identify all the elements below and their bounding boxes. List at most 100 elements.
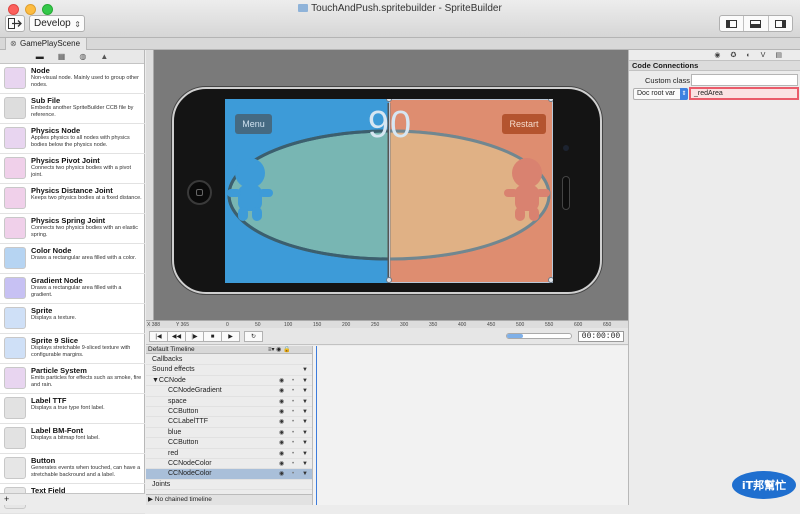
lock-dot-icon[interactable]: • bbox=[292, 407, 294, 417]
timeline-row[interactable]: blue ◉ • ▼ bbox=[146, 428, 312, 439]
timeline-row[interactable]: Joints bbox=[146, 480, 312, 491]
visibility-eye-icon[interactable]: ◉ bbox=[279, 449, 284, 459]
library-item[interactable]: Sprite Displays a texture. bbox=[0, 304, 145, 334]
library-item[interactable]: Label TTF Displays a true type font label… bbox=[0, 394, 145, 424]
warning-icon[interactable]: ▲ bbox=[100, 52, 108, 61]
add-keyframe-arrow-icon[interactable]: ▼ bbox=[302, 407, 308, 417]
grid-icon[interactable]: ▦ bbox=[58, 52, 66, 61]
game-screen[interactable]: Menu Restart 90 bbox=[225, 99, 553, 283]
library-item[interactable]: Label BM-Font Displays a bitmap font labe… bbox=[0, 424, 145, 454]
visibility-eye-icon[interactable]: ◉ bbox=[279, 428, 284, 438]
toggle-bottom-panel-button[interactable] bbox=[744, 16, 769, 31]
selection-handle[interactable] bbox=[548, 99, 553, 102]
chained-timeline-select[interactable]: ▶ No chained timeline bbox=[146, 494, 312, 505]
library-item[interactable]: Sprite 9 Slice Displays stretchable 9-sli… bbox=[0, 334, 145, 364]
selection-handle[interactable] bbox=[386, 277, 392, 283]
lock-dot-icon[interactable]: • bbox=[292, 438, 294, 448]
lock-dot-icon[interactable]: • bbox=[292, 397, 294, 407]
publish-button[interactable] bbox=[5, 15, 25, 32]
add-keyframe-arrow-icon[interactable]: ▼ bbox=[302, 386, 308, 396]
add-keyframe-arrow-icon[interactable]: ▼ bbox=[302, 438, 308, 448]
lock-dot-icon[interactable]: • bbox=[292, 417, 294, 427]
playhead[interactable] bbox=[316, 346, 317, 505]
timeline-row[interactable]: ▼CCNode ◉ • ▼ bbox=[146, 376, 312, 387]
lock-dot-icon[interactable]: • bbox=[292, 376, 294, 386]
stop-button[interactable]: ■ bbox=[203, 331, 222, 342]
visibility-eye-icon[interactable]: ◉ bbox=[279, 459, 284, 469]
code-icon[interactable]: ◐ bbox=[746, 52, 750, 59]
lock-dot-icon[interactable]: • bbox=[292, 386, 294, 396]
library-item[interactable]: Physics Spring Joint Connects two physics… bbox=[0, 214, 145, 244]
lock-dot-icon[interactable]: • bbox=[292, 459, 294, 469]
timeline-row[interactable]: CCNodeGradient ◉ • ▼ bbox=[146, 386, 312, 397]
visibility-eye-icon[interactable]: ◉ bbox=[279, 469, 284, 479]
step-back-button[interactable]: ◀◀ bbox=[167, 331, 186, 342]
timeline-selector[interactable]: Default Timeline ≡▾ ◉ 🔒 bbox=[146, 346, 312, 354]
add-keyframe-arrow-icon[interactable]: ▼ bbox=[302, 459, 308, 469]
visibility-eye-icon[interactable]: ◉ bbox=[279, 386, 284, 396]
add-keyframe-arrow-icon[interactable]: ▼ bbox=[302, 469, 308, 479]
lock-dot-icon[interactable]: • bbox=[292, 469, 294, 479]
library-item[interactable]: Physics Pivot Joint Connects two physics … bbox=[0, 154, 145, 184]
timecode-display[interactable]: 00:00:00 bbox=[578, 331, 624, 342]
library-item[interactable]: Physics Distance Joint Keeps two physics … bbox=[0, 184, 145, 214]
timeline-row[interactable]: Callbacks bbox=[146, 355, 312, 366]
timeline-row[interactable]: Sound effects ▼ bbox=[146, 365, 312, 376]
add-keyframe-arrow-icon[interactable]: ▼ bbox=[302, 376, 308, 386]
timeline-row[interactable]: CCNodeColor ◉ • ▼ bbox=[146, 459, 312, 470]
branch-icon[interactable]: ᐯ bbox=[761, 51, 766, 59]
add-keyframe-arrow-icon[interactable]: ▼ bbox=[302, 365, 308, 375]
lock-dot-icon[interactable]: • bbox=[292, 428, 294, 438]
node-icon bbox=[4, 67, 26, 89]
rewind-start-button[interactable]: |◀ bbox=[149, 331, 168, 342]
close-tab-icon[interactable]: ⊗ bbox=[10, 38, 17, 50]
toggle-left-panel-button[interactable] bbox=[720, 16, 745, 31]
library-item[interactable]: Particle System Emits particles for effec… bbox=[0, 364, 145, 394]
box-icon[interactable]: ◍ bbox=[79, 52, 86, 61]
restart-button[interactable]: Restart bbox=[502, 114, 546, 134]
timeline-row[interactable]: CCNodeColor ◉ • ▼ bbox=[146, 469, 312, 480]
timeline-row[interactable]: CCLabelTTF ◉ • ▼ bbox=[146, 417, 312, 428]
add-keyframe-arrow-icon[interactable]: ▼ bbox=[302, 449, 308, 459]
library-item[interactable]: Gradient Node Draws a rectangular area fi… bbox=[0, 274, 145, 304]
library-item[interactable]: Color Node Draws a rectangular area fille… bbox=[0, 244, 145, 274]
visibility-eye-icon[interactable]: ◉ bbox=[279, 397, 284, 407]
visibility-eye-icon[interactable]: ◉ bbox=[279, 438, 284, 448]
lock-dot-icon[interactable]: • bbox=[292, 449, 294, 459]
add-keyframe-arrow-icon[interactable]: ▼ bbox=[302, 428, 308, 438]
visibility-eye-icon[interactable]: ◉ bbox=[279, 376, 284, 386]
gear-icon[interactable]: ✪ bbox=[730, 51, 736, 59]
timeline-row[interactable]: CCButton ◉ • ▼ bbox=[146, 407, 312, 418]
timeline-row[interactable]: CCButton ◉ • ▼ bbox=[146, 438, 312, 449]
library-item[interactable]: Sub File Embeds another SpriteBuilder CCB… bbox=[0, 94, 145, 124]
selection-handle[interactable] bbox=[548, 277, 553, 283]
add-button[interactable]: + bbox=[4, 494, 9, 504]
library-item[interactable]: Physics Node Applies physics to all nodes… bbox=[0, 124, 145, 154]
add-keyframe-arrow-icon[interactable]: ▼ bbox=[302, 417, 308, 427]
timeline-keyframe-area[interactable] bbox=[312, 346, 628, 505]
canvas-stage[interactable]: X 388 Y 365 0 50 100 150 200 250 300 350 400 450 5… bbox=[146, 50, 628, 328]
doc-root-var-field[interactable]: _redArea bbox=[689, 87, 799, 100]
library-item[interactable]: Button Generates events when touched, can… bbox=[0, 454, 145, 484]
loop-button[interactable]: ↻ bbox=[244, 331, 263, 342]
folder-icon[interactable]: ▬ bbox=[36, 52, 44, 61]
doc-root-var-select[interactable]: Doc root var ⇕ bbox=[633, 88, 688, 100]
toggle-right-panel-button[interactable] bbox=[769, 16, 792, 31]
template-icon[interactable]: ▤ bbox=[775, 51, 782, 59]
target-select[interactable]: Develop ⇕ bbox=[29, 15, 85, 32]
custom-class-field[interactable] bbox=[691, 74, 798, 86]
eye-icon[interactable]: ◉ bbox=[714, 51, 720, 59]
menu-button[interactable]: Menu bbox=[235, 114, 272, 134]
visibility-eye-icon[interactable]: ◉ bbox=[279, 417, 284, 427]
timeline-row[interactable]: red ◉ • ▼ bbox=[146, 449, 312, 459]
add-keyframe-arrow-icon[interactable]: ▼ bbox=[302, 397, 308, 407]
step-forward-button[interactable]: |▶ bbox=[185, 331, 204, 342]
score-label[interactable]: 90 bbox=[362, 104, 418, 147]
library-item-description: Applies physics to all nodes with physic… bbox=[31, 135, 130, 148]
timeline-row[interactable]: space ◉ • ▼ bbox=[146, 397, 312, 407]
timeline-zoom-slider[interactable] bbox=[506, 333, 572, 339]
tab-gameplayscene[interactable]: ⊗ GamePlayScene bbox=[5, 38, 88, 50]
visibility-eye-icon[interactable]: ◉ bbox=[279, 407, 284, 417]
play-button[interactable]: ▶ bbox=[221, 331, 240, 342]
library-item[interactable]: Node Non-visual node. Mainly used to grou… bbox=[0, 64, 145, 94]
